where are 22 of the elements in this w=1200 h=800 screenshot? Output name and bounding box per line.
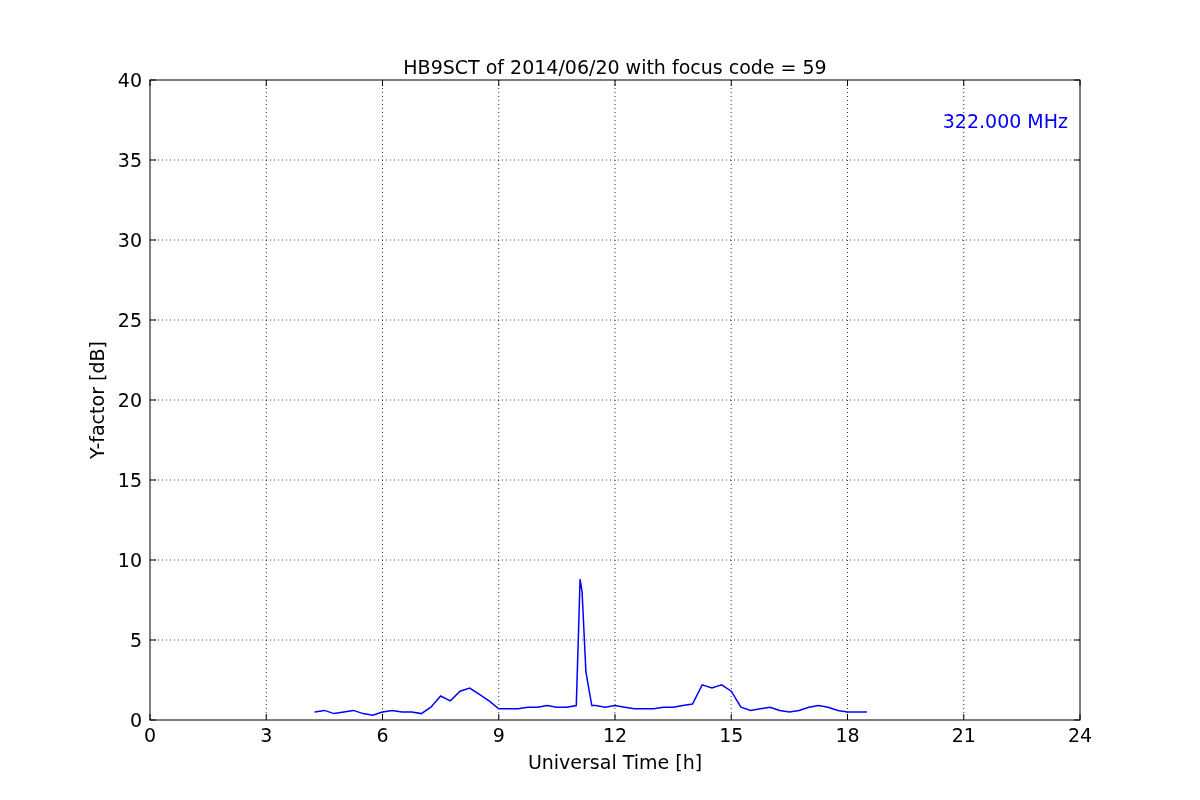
y-tick-label: 0 xyxy=(129,709,142,731)
y-tick-label: 15 xyxy=(117,469,142,491)
x-tick-label: 15 xyxy=(719,724,744,746)
y-tick-label: 5 xyxy=(129,629,142,651)
x-tick-label: 24 xyxy=(1067,724,1093,746)
y-tick-label: 40 xyxy=(117,69,142,91)
y-axis-label: Y-factor [dB] xyxy=(86,341,108,459)
x-tick-label: 6 xyxy=(376,724,389,746)
x-tick-label: 0 xyxy=(143,724,157,746)
x-axis-label: Universal Time [h] xyxy=(527,751,703,773)
series-label: 322.000 MHz xyxy=(942,110,1068,132)
y-tick-label: 25 xyxy=(117,309,142,331)
y-tick-label: 30 xyxy=(117,229,142,251)
x-tick-label: 21 xyxy=(951,724,976,746)
x-tick-label: 12 xyxy=(602,724,628,746)
y-tick-label: 20 xyxy=(117,389,142,411)
y-tick-label: 35 xyxy=(117,149,142,171)
x-tick-label: 18 xyxy=(835,724,860,746)
x-tick-label: 3 xyxy=(260,724,273,746)
x-tick-label: 9 xyxy=(492,724,505,746)
y-tick-label: 10 xyxy=(117,549,142,571)
chart-title: HB9SCT of 2014/06/20 with focus code = 59 xyxy=(403,56,827,78)
